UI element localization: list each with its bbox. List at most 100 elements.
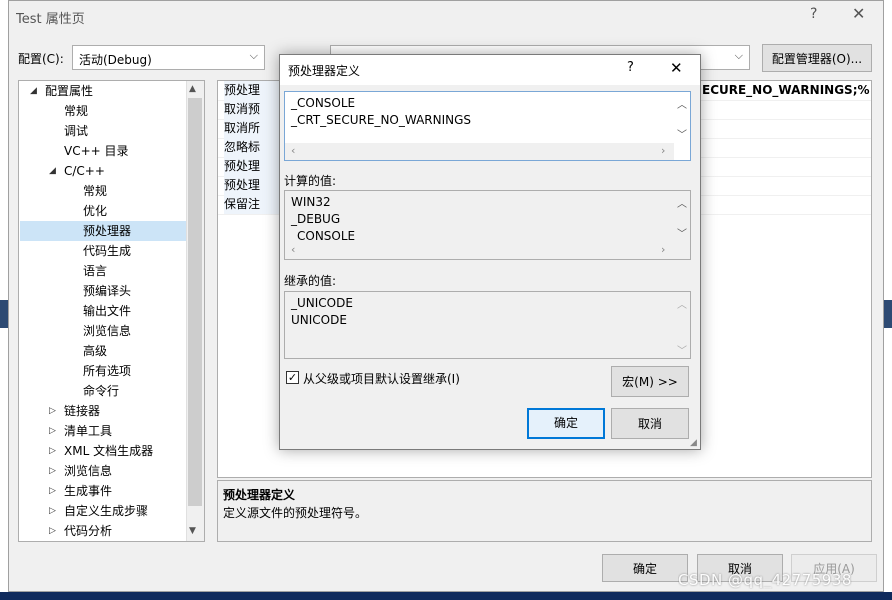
tree-item-label: 预处理器 (83, 224, 132, 238)
grid-row-name: 忽略标 (224, 138, 284, 157)
tree-scroll-thumb[interactable] (188, 98, 202, 506)
inherit-checkbox[interactable]: ✓ (286, 371, 299, 384)
grid-row-name: 预处理 (224, 176, 284, 195)
computed-values-label: 计算的值: (284, 174, 337, 188)
tree-item[interactable]: 优化 (20, 201, 186, 221)
tree-item[interactable]: ▷ 自定义生成步骤 (20, 501, 186, 521)
scroll-down-icon[interactable]: ﹀ (677, 225, 687, 240)
taskbar-strip (0, 592, 892, 600)
dialog-help-button[interactable]: ? (627, 60, 634, 75)
tree-item[interactable]: ▷ 生成事件 (20, 481, 186, 501)
expand-arrow-icon[interactable]: ▷ (49, 501, 56, 521)
computed-values-box: WIN32 _DEBUG _CONSOLE ‹ › ︿ ﹀ (284, 190, 691, 260)
expand-arrow-icon[interactable]: ▷ (49, 521, 56, 541)
tree-item[interactable]: 高级 (20, 341, 186, 361)
tree-item-label: 命令行 (83, 384, 120, 398)
tree-item[interactable]: 预编译头 (20, 281, 186, 301)
scroll-left-icon[interactable]: ‹ (291, 243, 295, 256)
tree-item[interactable]: ▷ 浏览信息 (20, 461, 186, 481)
scroll-down-icon[interactable]: ▼ (189, 526, 196, 536)
expand-arrow-icon[interactable]: ▷ (49, 481, 56, 501)
config-label: 配置(C): (18, 52, 64, 66)
tree-item-label: 所有选项 (83, 364, 132, 378)
chevron-down-icon: ⌵ (249, 49, 258, 62)
resize-grip-icon[interactable]: ◢ (690, 438, 697, 448)
tree-item-label: 代码分析 (64, 524, 113, 538)
tree-item-label: 语言 (83, 264, 108, 278)
inherit-checkbox-label[interactable]: 从父级或项目默认设置继承(I) (303, 370, 460, 387)
tree-item-label: 预编译头 (83, 284, 132, 298)
window-close-button[interactable]: ✕ (852, 4, 865, 23)
definition-line: _CRT_SECURE_NO_WARNINGS (291, 113, 472, 127)
expand-arrow-icon[interactable]: ▷ (49, 401, 56, 421)
tree-item[interactable]: 预处理器 (20, 221, 186, 241)
tree-item-label: 配置属性 (45, 84, 94, 98)
collapse-arrow-icon[interactable]: ◢ (49, 161, 56, 181)
tree-item-label: 调试 (64, 124, 89, 138)
grid-row-name: 预处理 (224, 157, 284, 176)
window-help-button[interactable]: ? (810, 6, 817, 22)
computed-value: _CONSOLE (291, 229, 356, 241)
computed-hscrollbar[interactable] (285, 242, 674, 259)
description-title: 预处理器定义 (223, 488, 296, 502)
background-editor-left-band (0, 300, 8, 328)
macro-button[interactable]: 宏(M) >> (611, 366, 689, 397)
computed-value: WIN32 (291, 195, 331, 209)
description-text: 定义源文件的预处理符号。 (223, 506, 368, 520)
tree-item-label: 代码生成 (83, 244, 132, 258)
definitions-textbox[interactable]: _CONSOLE _CRT_SECURE_NO_WARNINGS ‹ › ︿ ﹀ (284, 91, 691, 161)
tree-item[interactable]: 输出文件 (20, 301, 186, 321)
tree-item[interactable]: ▷ 清单工具 (20, 421, 186, 441)
tree-item[interactable]: ◢ C/C++ (20, 161, 186, 181)
scroll-left-icon[interactable]: ‹ (291, 144, 295, 157)
definitions-hscrollbar[interactable] (285, 143, 674, 160)
tree-item-label: C/C++ (64, 164, 105, 178)
tree-item-label: 浏览信息 (64, 464, 113, 478)
expand-arrow-icon[interactable]: ▷ (49, 441, 56, 461)
tree-item-label: 链接器 (64, 404, 101, 418)
scroll-up-icon[interactable]: ▲ (189, 84, 196, 94)
tree-item[interactable]: ▷ XML 文档生成器 (20, 441, 186, 461)
tree-item[interactable]: ▷ 链接器 (20, 401, 186, 421)
tree-item[interactable]: 语言 (20, 261, 186, 281)
tree-item[interactable]: 浏览信息 (20, 321, 186, 341)
definition-line: _CONSOLE (291, 96, 356, 110)
tree-item[interactable]: 调试 (20, 121, 186, 141)
scroll-up-icon[interactable]: ︿ (677, 195, 687, 210)
tree-item[interactable]: ◢ 配置属性 (20, 81, 186, 101)
watermark: CSDN @qq_42775938 (678, 571, 852, 589)
scroll-down-icon[interactable]: ﹀ (677, 126, 687, 141)
chevron-down-icon: ⌵ (734, 49, 743, 62)
expand-arrow-icon[interactable]: ▷ (49, 461, 56, 481)
config-combo[interactable]: 活动(Debug) ⌵ (72, 45, 265, 70)
dialog-cancel-button[interactable]: 取消 (611, 408, 689, 439)
tree-item[interactable]: 常规 (20, 101, 186, 121)
scroll-right-icon[interactable]: › (661, 144, 665, 157)
tree-item-label: 常规 (83, 184, 108, 198)
tree-item-label: 高级 (83, 344, 108, 358)
tree-item-label: 自定义生成步骤 (64, 504, 149, 518)
tree-item[interactable]: VC++ 目录 (20, 141, 186, 161)
scroll-up-icon[interactable]: ︿ (677, 296, 687, 311)
tree-item[interactable]: 所有选项 (20, 361, 186, 381)
config-manager-button[interactable]: 配置管理器(O)... (762, 44, 872, 72)
tree-item[interactable]: ▷ 代码分析 (20, 521, 186, 541)
grid-row-name: 取消预 (224, 100, 284, 119)
tree-item-label: 浏览信息 (83, 324, 132, 338)
inherited-value: UNICODE (291, 313, 347, 327)
tree-item[interactable]: 常规 (20, 181, 186, 201)
tree-item[interactable]: 代码生成 (20, 241, 186, 261)
dialog-ok-button[interactable]: 确定 (527, 408, 605, 439)
config-combo-value: 活动(Debug) (79, 53, 152, 67)
dialog-close-button[interactable]: ✕ (670, 59, 683, 77)
grid-row-value: ECURE_NO_WARNINGS;%(Pre (702, 83, 870, 97)
collapse-arrow-icon[interactable]: ◢ (30, 81, 37, 101)
scroll-right-icon[interactable]: › (661, 243, 665, 256)
expand-arrow-icon[interactable]: ▷ (49, 421, 56, 441)
tree-item[interactable]: 命令行 (20, 381, 186, 401)
ok-button[interactable]: 确定 (602, 554, 688, 582)
scroll-up-icon[interactable]: ︿ (677, 96, 687, 111)
scroll-down-icon[interactable]: ﹀ (677, 342, 687, 357)
computed-value: _DEBUG (291, 212, 341, 226)
background-editor-right-band (884, 300, 892, 328)
